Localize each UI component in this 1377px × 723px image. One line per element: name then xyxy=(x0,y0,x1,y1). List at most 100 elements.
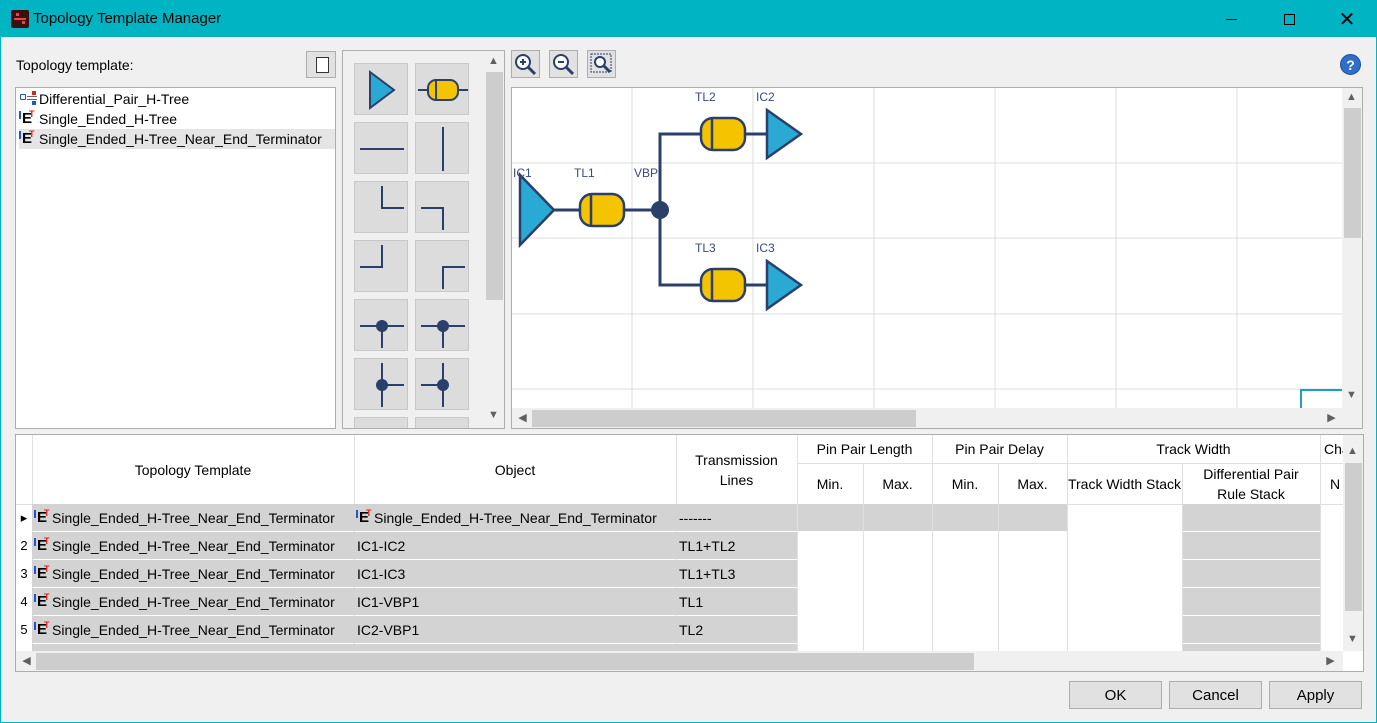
table-row-cell[interactable] xyxy=(798,504,863,531)
zoom-out-button[interactable] xyxy=(549,50,578,78)
table-row-cell[interactable] xyxy=(1183,560,1320,587)
table-row-cell[interactable] xyxy=(1183,532,1320,559)
corner-top-right-icon xyxy=(421,207,444,230)
header-topology-template[interactable]: Topology Template xyxy=(32,435,354,504)
table-row-cell[interactable] xyxy=(933,504,998,531)
header-diff-pair-rule-stack[interactable]: Differential Pair Rule Stack xyxy=(1182,463,1320,504)
new-template-button[interactable] xyxy=(306,51,336,78)
palette-tee-right-button[interactable] xyxy=(415,358,469,410)
scroll-left-icon[interactable]: ◀ xyxy=(514,411,531,424)
header-track-width[interactable]: Track Width xyxy=(1067,435,1320,463)
palette-scrollbar[interactable]: ▲ ▼ xyxy=(484,52,504,428)
vbp-label: VBP xyxy=(634,166,659,180)
table-row-cell-lines[interactable]: TL1+TL2 xyxy=(676,532,797,559)
scroll-right-icon[interactable]: ▶ xyxy=(1323,411,1340,424)
scroll-thumb[interactable] xyxy=(532,410,916,427)
rules-grid[interactable]: Topology Template Object Transmission Li… xyxy=(15,434,1364,672)
scroll-thumb[interactable] xyxy=(486,72,503,300)
table-row-cell-template[interactable]: E T Single_Ended_H-Tree_Near_End_Terminato… xyxy=(32,588,354,615)
table-row-cell-template[interactable]: E T Single_Ended_H-Tree_Near_End_Terminato… xyxy=(32,616,354,643)
zoom-fit-button[interactable] xyxy=(587,50,616,78)
template-list[interactable]: Differential_Pair_H-Tree ET Single_Ended… xyxy=(15,87,336,429)
table-row-cell-lines[interactable]: ------- xyxy=(676,504,797,531)
table-row-cell-partial[interactable] xyxy=(354,644,676,651)
palette-cross-junction-button[interactable] xyxy=(354,299,408,351)
table-row-cell-lines[interactable]: TL1+TL3 xyxy=(676,560,797,587)
scroll-thumb[interactable] xyxy=(1345,463,1362,611)
table-row-cell[interactable] xyxy=(1183,504,1320,531)
table-row-cell-partial[interactable] xyxy=(676,644,797,651)
table-row-cell-template[interactable]: E T Single_Ended_H-Tree_Near_End_Terminato… xyxy=(32,560,354,587)
scroll-down-icon[interactable]: ▼ xyxy=(1343,389,1360,401)
palette-ic-button[interactable] xyxy=(354,63,408,115)
ok-button[interactable]: OK xyxy=(1069,681,1162,709)
palette-horizontal-line-button[interactable] xyxy=(354,122,408,174)
table-row-cell-object[interactable]: IC1-VBP1 xyxy=(354,588,676,615)
palette-corner-br-button[interactable] xyxy=(415,240,469,292)
cell-text: Single_Ended_H-Tree_Near_End_Terminator xyxy=(52,565,335,582)
close-button[interactable]: ✕ xyxy=(1318,1,1376,37)
scroll-thumb[interactable] xyxy=(36,653,974,670)
header-pin-pair-length[interactable]: Pin Pair Length xyxy=(797,435,932,463)
diagram-svg xyxy=(512,88,1344,408)
title-bar[interactable]: Topology Template Manager ✕ xyxy=(1,1,1376,37)
palette-corner-tl-button[interactable] xyxy=(354,240,408,292)
table-row-cell[interactable] xyxy=(1183,616,1320,643)
canvas-horizontal-scrollbar[interactable]: ◀ ▶ xyxy=(512,408,1344,428)
topology-diagram-canvas[interactable]: IC1 TL1 VBP TL2 IC2 TL3 IC3 ▲ ▼ ◀ ▶ xyxy=(511,87,1363,429)
tl2-label: TL2 xyxy=(695,90,716,104)
et-template-icon: ET xyxy=(19,129,39,148)
scroll-left-icon[interactable]: ◀ xyxy=(18,654,35,667)
row-indicator: ▸ xyxy=(20,509,28,525)
table-row-cell-object[interactable]: E T Single_Ended_H-Tree_Near_End_Terminato… xyxy=(354,504,676,531)
template-item-single-ended-near-end[interactable]: ET Single_Ended_H-Tree_Near_End_Terminat… xyxy=(19,129,335,149)
palette-tee-left-button[interactable] xyxy=(354,358,408,410)
grid-vertical-scrollbar[interactable]: ▲ ▼ xyxy=(1343,435,1363,651)
table-row-cell[interactable] xyxy=(864,504,932,531)
table-row-cell-object[interactable]: IC2-VBP1 xyxy=(354,616,676,643)
template-item-single-ended[interactable]: ET Single_Ended_H-Tree xyxy=(19,109,335,129)
table-row-cell-object[interactable]: IC1-IC3 xyxy=(354,560,676,587)
scroll-up-icon[interactable]: ▲ xyxy=(485,55,502,67)
table-row-cell[interactable] xyxy=(1183,588,1320,615)
header-pin-pair-delay[interactable]: Pin Pair Delay xyxy=(932,435,1067,463)
minimize-button[interactable] xyxy=(1202,1,1260,37)
table-row-cell[interactable] xyxy=(999,504,1067,531)
canvas-vertical-scrollbar[interactable]: ▲ ▼ xyxy=(1342,88,1362,408)
header-length-min[interactable]: Min. xyxy=(797,463,863,504)
table-row-cell-partial[interactable] xyxy=(32,644,354,651)
palette-corner-tr-button[interactable] xyxy=(415,181,469,233)
table-row-cell-object[interactable]: IC1-IC2 xyxy=(354,532,676,559)
zoom-in-button[interactable] xyxy=(511,50,540,78)
header-length-max[interactable]: Max. xyxy=(863,463,932,504)
help-icon[interactable]: ? xyxy=(1340,54,1361,75)
cancel-button[interactable]: Cancel xyxy=(1169,681,1262,709)
palette-tee-down-button[interactable] xyxy=(415,299,469,351)
scroll-up-icon[interactable]: ▲ xyxy=(1343,91,1360,103)
palette-more-button[interactable] xyxy=(415,417,469,428)
table-row-cell-template[interactable]: E T Single_Ended_H-Tree_Near_End_Terminato… xyxy=(32,504,354,531)
palette-transmission-line-button[interactable] xyxy=(415,63,469,115)
apply-button[interactable]: Apply xyxy=(1269,681,1362,709)
template-item-differential-pair[interactable]: Differential_Pair_H-Tree xyxy=(19,89,335,109)
maximize-button[interactable] xyxy=(1260,1,1318,37)
grid-horizontal-scrollbar[interactable]: ◀ ▶ xyxy=(16,651,1343,671)
header-transmission-lines[interactable]: Transmission Lines xyxy=(676,435,797,504)
scroll-up-icon[interactable]: ▲ xyxy=(1344,445,1361,457)
table-row-cell-partial[interactable] xyxy=(1183,644,1320,651)
table-row-cell-lines[interactable]: TL1 xyxy=(676,588,797,615)
palette-more-button[interactable] xyxy=(354,417,408,428)
header-object[interactable]: Object xyxy=(354,435,676,504)
header-delay-min[interactable]: Min. xyxy=(932,463,998,504)
scroll-right-icon[interactable]: ▶ xyxy=(1322,654,1339,667)
table-row-cell-lines[interactable]: TL2 xyxy=(676,616,797,643)
header-delay-max[interactable]: Max. xyxy=(998,463,1067,504)
scroll-down-icon[interactable]: ▼ xyxy=(485,409,502,421)
header-track-width-stack[interactable]: Track Width Stack xyxy=(1067,463,1182,504)
scroll-thumb[interactable] xyxy=(1344,108,1361,238)
palette-corner-bl-button[interactable] xyxy=(354,181,408,233)
table-row-cell-template[interactable]: E T Single_Ended_H-Tree_Near_End_Terminato… xyxy=(32,532,354,559)
scroll-down-icon[interactable]: ▼ xyxy=(1344,633,1361,645)
palette-vertical-line-button[interactable] xyxy=(415,122,469,174)
row-number: 2 xyxy=(20,538,28,553)
